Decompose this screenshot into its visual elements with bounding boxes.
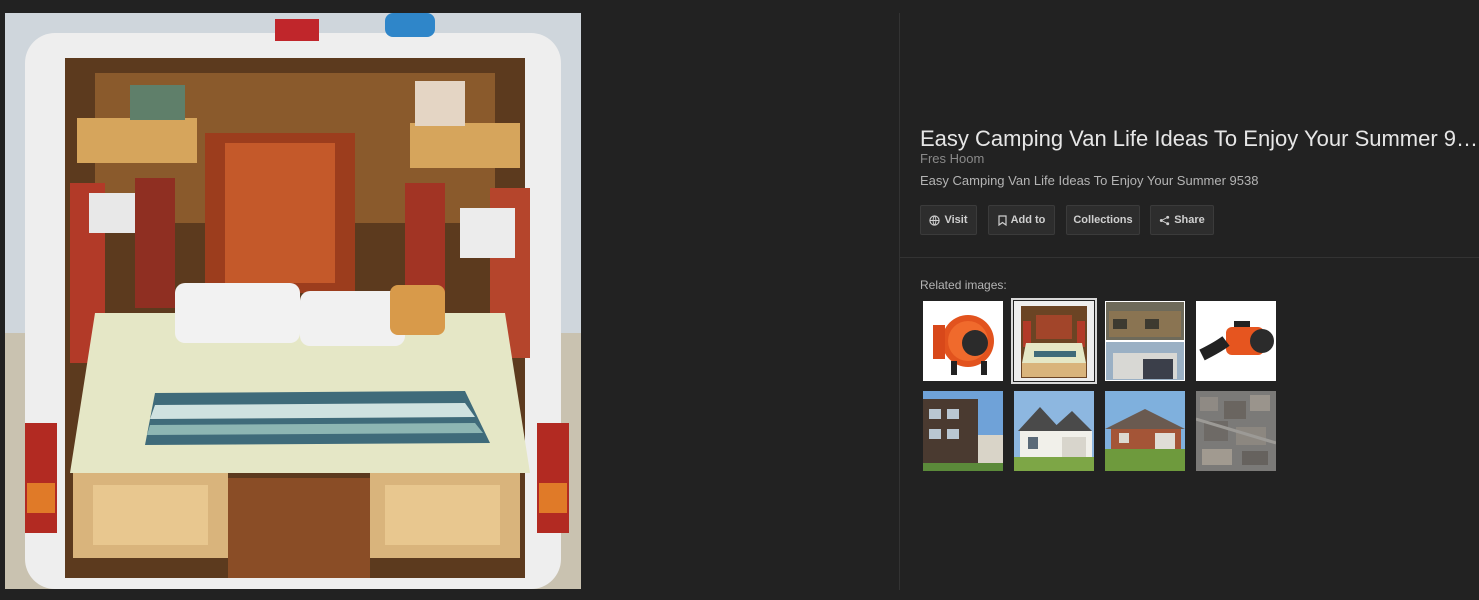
related-thumbnail-brick-apartment[interactable] — [923, 391, 1003, 471]
main-preview-image[interactable] — [5, 13, 581, 589]
image-description: Easy Camping Van Life Ideas To Enjoy You… — [920, 173, 1259, 188]
collections-button[interactable]: Collections — [1066, 205, 1140, 235]
related-thumbnail-house-collage[interactable] — [1105, 301, 1185, 381]
detail-panel: Easy Camping Van Life Ideas To Enjoy You… — [900, 0, 1479, 600]
related-images-label: Related images: — [920, 278, 1007, 292]
collections-label: Collections — [1073, 214, 1133, 226]
share-label: Share — [1174, 214, 1205, 226]
related-thumbnail-white-house[interactable] — [1014, 391, 1094, 471]
image-title[interactable]: Easy Camping Van Life Ideas To Enjoy You… — [920, 125, 1479, 153]
related-thumbnail-brick-house[interactable] — [1105, 391, 1185, 471]
related-thumbnail-orange-fan-duct[interactable] — [1196, 301, 1276, 381]
visit-button[interactable]: Visit — [920, 205, 977, 235]
visit-label: Visit — [944, 214, 968, 226]
source-name[interactable]: Fres Hoom — [920, 151, 984, 167]
add-to-label: Add to — [1010, 214, 1046, 226]
share-button[interactable]: Share — [1150, 205, 1214, 235]
related-thumbnail-orange-fan[interactable] — [923, 301, 1003, 381]
related-thumbnail-aerial-city[interactable] — [1196, 391, 1276, 471]
add-to-button[interactable]: Add to — [988, 205, 1055, 235]
globe-icon — [929, 214, 941, 226]
section-divider — [900, 257, 1479, 258]
share-icon — [1159, 215, 1170, 226]
related-thumbnail-van-interior[interactable] — [1011, 298, 1097, 384]
bookmark-icon — [997, 214, 1007, 226]
